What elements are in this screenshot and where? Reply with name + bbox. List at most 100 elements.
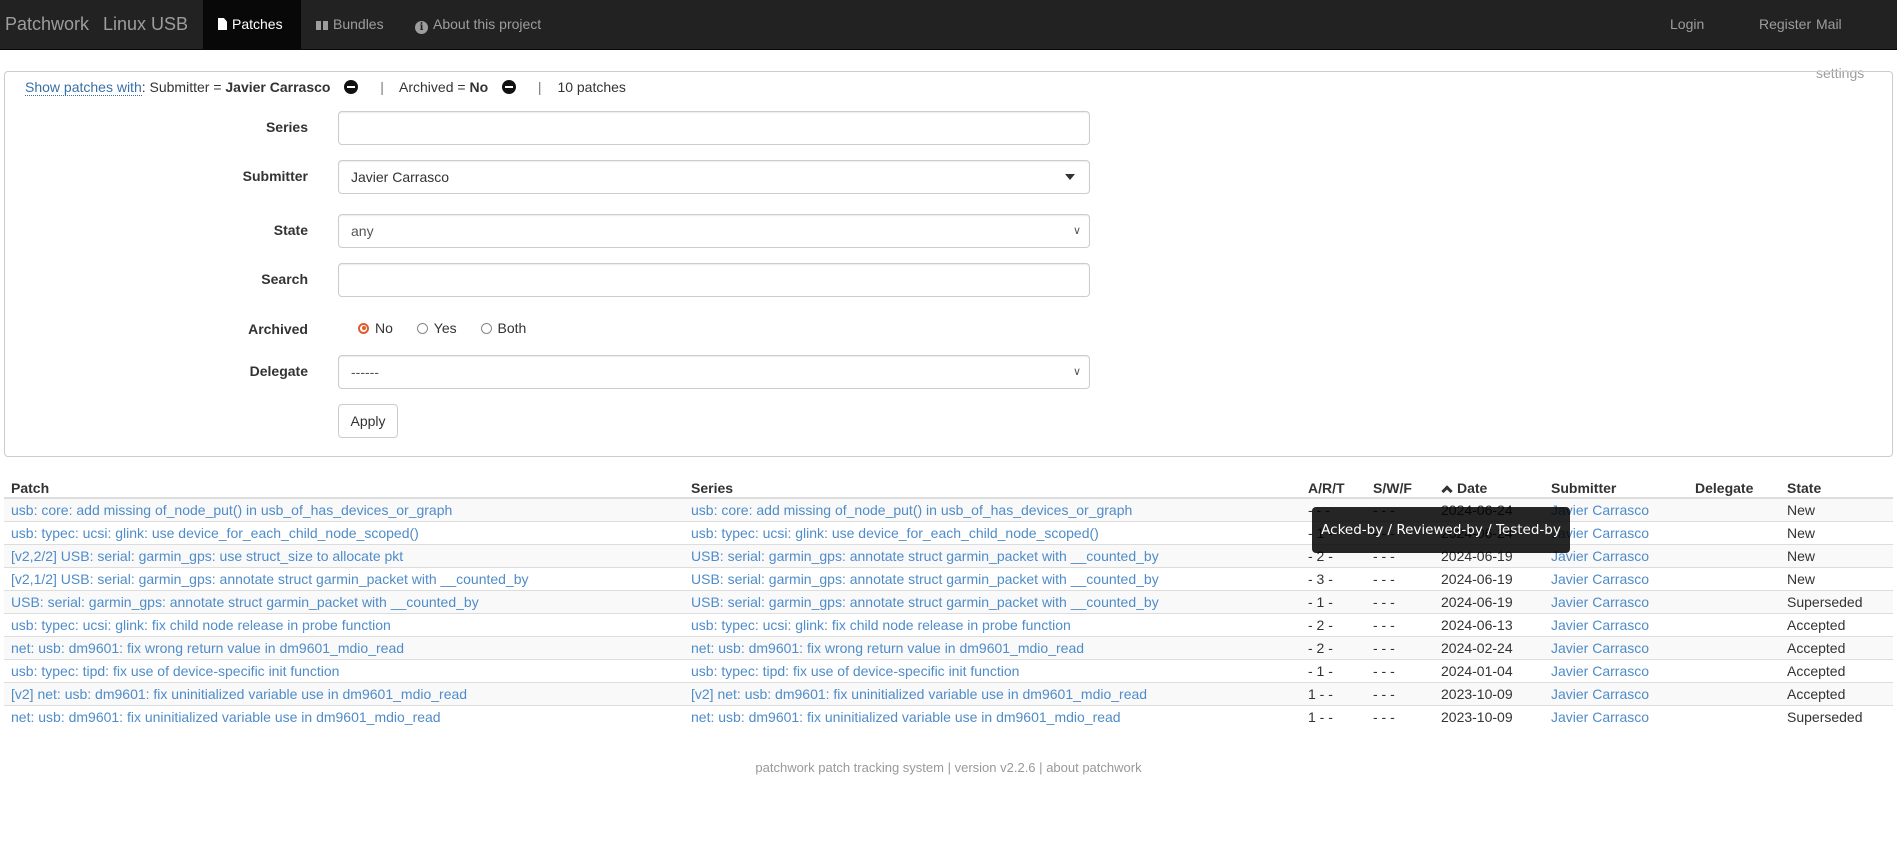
table-row: usb: typec: ucsi: glink: fix child node … (4, 613, 1893, 637)
login-link[interactable]: Login (1655, 0, 1719, 49)
col-art[interactable]: A/R/T (1301, 474, 1366, 499)
cell-series: usb: typec: ucsi: glink: use device_for_… (684, 521, 1301, 545)
col-swf[interactable]: S/W/F (1366, 474, 1434, 499)
show-patches-with-link[interactable]: Show patches with (25, 79, 142, 96)
nav-tab-bundles[interactable]: Bundles (301, 0, 399, 49)
cell-swf: - - - (1366, 705, 1434, 728)
brand-link[interactable]: Patchwork (5, 0, 89, 49)
search-input[interactable] (338, 263, 1090, 297)
file-icon (218, 18, 227, 30)
art-count: - 2 - (1308, 617, 1333, 633)
footer: patchwork patch tracking system | versio… (755, 760, 1142, 775)
chevron-down-icon: ∨ (1072, 225, 1081, 237)
art-count: - 1 - (1308, 663, 1333, 679)
series-link[interactable]: usb: typec: tipd: fix use of device-spec… (691, 663, 1019, 679)
radio-selected-icon[interactable] (358, 322, 369, 334)
remove-submitter-filter-icon[interactable] (344, 80, 359, 94)
archived-radio-yes[interactable]: Yes (416, 320, 457, 336)
radio-icon[interactable] (480, 322, 492, 334)
cell-series: net: usb: dm9601: fix uninitialized vari… (684, 705, 1301, 728)
about-patchwork-link[interactable]: about patchwork (1046, 760, 1141, 775)
delegate-select[interactable]: ------ ∨ (338, 355, 1090, 389)
apply-button[interactable]: Apply (338, 404, 398, 438)
submitter-link[interactable]: Javier Carrasco (1551, 663, 1649, 679)
series-link[interactable]: [v2] net: usb: dm9601: fix uninitialized… (691, 686, 1147, 702)
patch-link[interactable]: usb: typec: ucsi: glink: use device_for_… (11, 525, 419, 541)
patch-link[interactable]: [v2,1/2] USB: serial: garmin_gps: annota… (11, 571, 529, 587)
patch-link[interactable]: [v2,2/2] USB: serial: garmin_gps: use st… (11, 548, 403, 564)
cell-series: USB: serial: garmin_gps: annotate struct… (684, 544, 1301, 568)
radio-label: Yes (433, 320, 457, 336)
cell-series: net: usb: dm9601: fix wrong return value… (684, 636, 1301, 660)
col-state[interactable]: State (1780, 474, 1893, 499)
project-link[interactable]: Linux USB (103, 0, 188, 49)
cell-patch: [v2] net: usb: dm9601: fix uninitialized… (4, 682, 684, 706)
cell-date: 2024-06-13 (1434, 613, 1544, 637)
mail-settings-link[interactable]: Mail settings (1801, 0, 1897, 81)
archived-radio-no[interactable]: No (358, 320, 393, 336)
archived-label: Archived (248, 321, 308, 337)
cell-delegate (1688, 544, 1780, 568)
series-input[interactable] (338, 111, 1090, 145)
patch-date: 2023-10-09 (1441, 686, 1513, 702)
submitter-select[interactable]: Javier Carrasco (338, 160, 1090, 194)
series-link[interactable]: usb: core: add missing of_node_put() in … (691, 502, 1132, 518)
col-series[interactable]: Series (684, 474, 1301, 499)
state-select[interactable]: any ∨ (338, 214, 1090, 248)
cell-delegate (1688, 521, 1780, 545)
patch-link[interactable]: USB: serial: garmin_gps: annotate struct… (11, 594, 479, 610)
archived-radio-group: No Yes Both (358, 320, 546, 340)
patch-link[interactable]: [v2] net: usb: dm9601: fix uninitialized… (11, 686, 467, 702)
col-submitter[interactable]: Submitter (1544, 474, 1688, 499)
series-link[interactable]: USB: serial: garmin_gps: annotate struct… (691, 594, 1159, 610)
nav-tab-label: About this project (433, 16, 542, 32)
table-row: usb: typec: ucsi: glink: use device_for_… (4, 521, 1893, 545)
patch-link[interactable]: usb: core: add missing of_node_put() in … (11, 502, 452, 518)
series-link[interactable]: net: usb: dm9601: fix wrong return value… (691, 640, 1084, 656)
cell-delegate (1688, 613, 1780, 637)
cell-swf: - - - (1366, 636, 1434, 660)
col-date-label: Date (1457, 480, 1488, 496)
series-link[interactable]: usb: typec: ucsi: glink: use device_for_… (691, 525, 1099, 541)
submitter-link[interactable]: Javier Carrasco (1551, 686, 1649, 702)
submitter-link[interactable]: Javier Carrasco (1551, 594, 1649, 610)
series-link[interactable]: net: usb: dm9601: fix uninitialized vari… (691, 709, 1121, 725)
table-row: net: usb: dm9601: fix uninitialized vari… (4, 705, 1893, 728)
cell-state: New (1780, 521, 1893, 545)
nav-tab-patches[interactable]: Patches (203, 0, 301, 49)
patch-link[interactable]: net: usb: dm9601: fix uninitialized vari… (11, 709, 441, 725)
cell-delegate (1688, 659, 1780, 683)
archived-radio-both[interactable]: Both (480, 320, 526, 336)
series-link[interactable]: usb: typec: ucsi: glink: fix child node … (691, 617, 1071, 633)
submitter-link[interactable]: Javier Carrasco (1551, 617, 1649, 633)
info-icon: i (415, 21, 428, 34)
swf-count: - - - (1373, 571, 1395, 587)
nav-tab-about[interactable]: i About this project (400, 0, 556, 49)
cell-state: New (1780, 567, 1893, 591)
submitter-link[interactable]: Javier Carrasco (1551, 571, 1649, 587)
cell-swf: - - - (1366, 567, 1434, 591)
submitter-label: Submitter (242, 168, 308, 184)
cell-series: usb: core: add missing of_node_put() in … (684, 497, 1301, 522)
remove-archived-filter-icon[interactable] (502, 80, 517, 94)
cell-submitter: Javier Carrasco (1544, 613, 1688, 637)
state-cell: New (1787, 548, 1816, 564)
series-link[interactable]: USB: serial: garmin_gps: annotate struct… (691, 548, 1159, 564)
state-label: State (273, 222, 308, 238)
chevron-down-icon: ∨ (1072, 366, 1081, 378)
patch-link[interactable]: usb: typec: ucsi: glink: fix child node … (11, 617, 391, 633)
delegate-value: ------ (351, 364, 379, 380)
cell-art: - 1 - (1301, 659, 1366, 683)
radio-icon[interactable] (416, 322, 428, 334)
archived-filter-label: Archived = (399, 79, 466, 95)
patch-link[interactable]: usb: typec: tipd: fix use of device-spec… (11, 663, 339, 679)
series-link[interactable]: USB: serial: garmin_gps: annotate struct… (691, 571, 1159, 587)
col-delegate[interactable]: Delegate (1688, 474, 1780, 499)
state-cell: Superseded (1787, 594, 1863, 610)
submitter-link[interactable]: Javier Carrasco (1551, 640, 1649, 656)
patch-link[interactable]: net: usb: dm9601: fix wrong return value… (11, 640, 404, 656)
submitter-link[interactable]: Javier Carrasco (1551, 709, 1649, 725)
col-patch[interactable]: Patch (4, 474, 684, 499)
nav-tab-label: Bundles (333, 16, 384, 32)
col-date[interactable]: Date (1434, 474, 1544, 499)
